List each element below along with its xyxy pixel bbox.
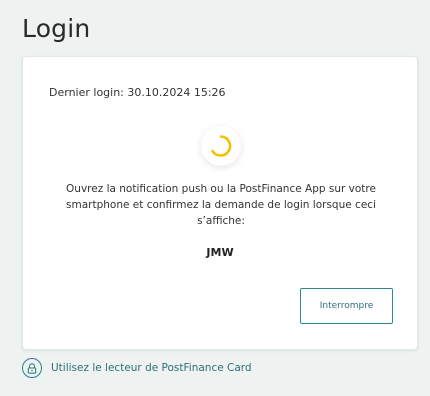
page-title: Login: [22, 14, 91, 43]
login-card: Dernier login: 30.10.2024 15:26 Ouvrez l…: [22, 56, 418, 350]
push-instructions: Ouvrez la notification push ou la PostFi…: [66, 183, 376, 227]
lock-icon: [22, 358, 42, 378]
last-login-text: Dernier login: 30.10.2024 15:26: [49, 86, 226, 99]
card-reader-link[interactable]: Utilisez le lecteur de PostFinance Card: [22, 358, 252, 378]
loading-spinner-icon: [201, 126, 241, 166]
card-reader-link-label[interactable]: Utilisez le lecteur de PostFinance Card: [51, 362, 252, 374]
verification-code: JMW: [206, 246, 234, 259]
cancel-button[interactable]: Interrompre: [300, 288, 393, 324]
